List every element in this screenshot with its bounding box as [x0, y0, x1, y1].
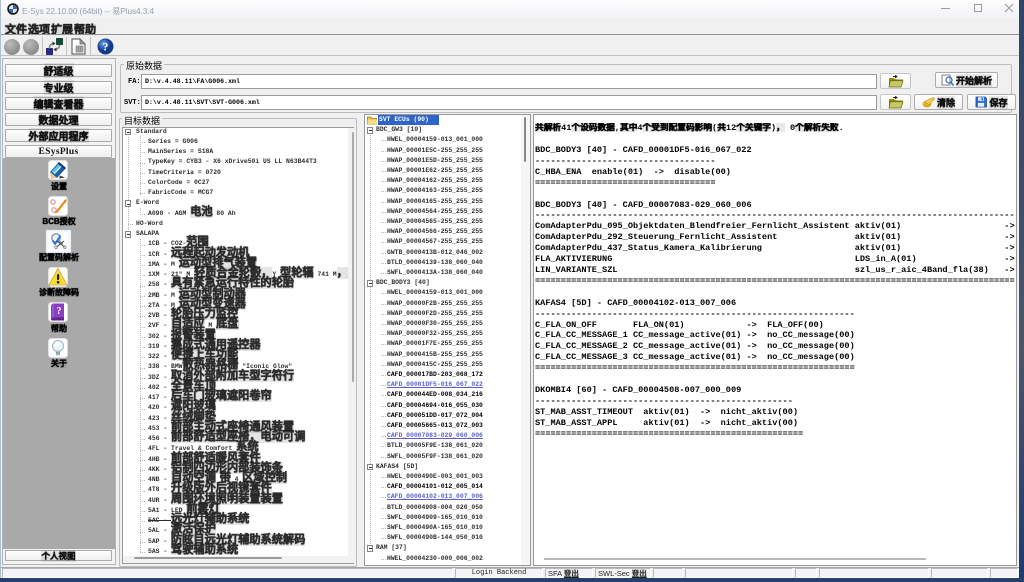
svg-text:?: ? [57, 306, 62, 317]
svg-text:?: ? [103, 42, 109, 54]
